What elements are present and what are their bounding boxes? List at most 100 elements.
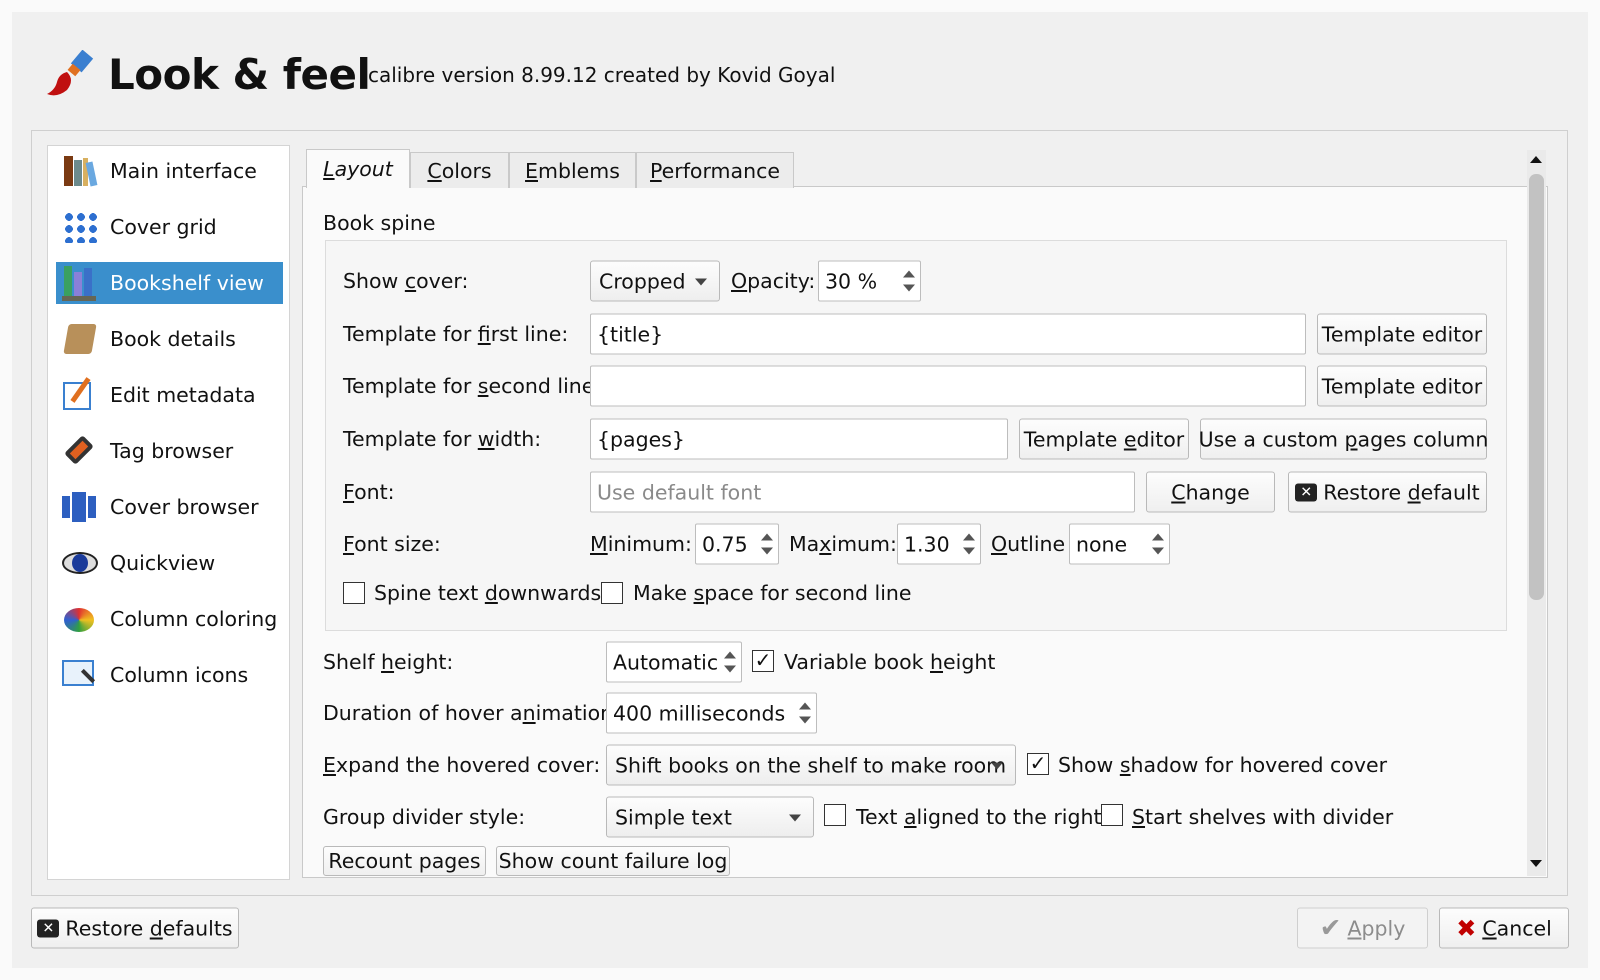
font-size-label: Font size: bbox=[343, 532, 441, 556]
tab-label: Emblems bbox=[525, 158, 620, 183]
width-template-editor-button[interactable]: Template editor bbox=[1019, 418, 1189, 460]
tab-label: Layout bbox=[323, 157, 393, 181]
font-input[interactable]: Use default font bbox=[590, 471, 1135, 513]
sidebar-item-label: Quickview bbox=[110, 551, 216, 575]
category-list[interactable]: Main interface Cover grid Bookshelf view Bo… bbox=[47, 145, 290, 880]
spin-value: 400 milliseconds bbox=[613, 701, 786, 725]
sidebar-item-cover-browser[interactable]: Cover browser bbox=[56, 486, 283, 528]
sidebar-item-column-icons[interactable]: Column icons bbox=[56, 654, 283, 696]
sidebar-item-label: Edit metadata bbox=[110, 383, 256, 407]
font-label: Font: bbox=[343, 480, 395, 504]
spin-value: none bbox=[1076, 532, 1128, 556]
tab-layout[interactable]: Layout bbox=[306, 149, 410, 188]
show-shadow-checkbox[interactable]: ✓ bbox=[1027, 753, 1049, 775]
sidebar-item-label: Book details bbox=[110, 327, 236, 351]
sidebar-item-bookshelf-view[interactable]: Bookshelf view bbox=[56, 262, 283, 304]
close-icon: ✖ bbox=[1456, 914, 1477, 942]
spin-arrows-icon[interactable] bbox=[1147, 525, 1169, 564]
tab-performance[interactable]: Performance bbox=[636, 152, 794, 188]
scroll-down-icon[interactable] bbox=[1530, 860, 1542, 867]
opacity-spinbox[interactable]: 30 % bbox=[818, 260, 921, 302]
spin-value: 1.30 bbox=[904, 532, 950, 556]
tab-colors[interactable]: Colors bbox=[410, 152, 509, 188]
button-label: Recount pages bbox=[328, 849, 481, 873]
sidebar-item-label: Cover grid bbox=[110, 215, 217, 239]
outline-label: Outline bbox=[991, 532, 1066, 556]
spine-text-downwards-checkbox[interactable] bbox=[343, 582, 365, 604]
grid-icon bbox=[60, 208, 100, 246]
scroll-up-icon[interactable] bbox=[1530, 156, 1542, 163]
second-line-template-input[interactable] bbox=[590, 365, 1306, 407]
maximum-spinbox[interactable]: 1.30 bbox=[897, 523, 981, 565]
restore-default-font-button[interactable]: ✕ Restore default bbox=[1288, 471, 1487, 513]
sidebar-item-column-coloring[interactable]: Column coloring bbox=[56, 598, 283, 640]
palette-icon bbox=[60, 600, 100, 638]
first-line-label: Template for first line: bbox=[343, 322, 569, 346]
chevron-down-icon bbox=[789, 814, 801, 821]
tab-emblems[interactable]: Emblems bbox=[509, 152, 636, 188]
sidebar-item-edit-metadata[interactable]: Edit metadata bbox=[56, 374, 283, 416]
sidebar-item-quickview[interactable]: Quickview bbox=[56, 542, 283, 584]
button-label: Template editor bbox=[1321, 374, 1483, 398]
variable-height-checkbox[interactable]: ✓ bbox=[752, 650, 774, 672]
dropdown-value: Simple text bbox=[615, 805, 732, 829]
cover-browser-icon bbox=[60, 488, 100, 526]
recount-pages-button[interactable]: Recount pages bbox=[323, 846, 486, 876]
custom-pages-column-button[interactable]: Use a custom pages column bbox=[1199, 418, 1488, 460]
chevron-down-icon bbox=[991, 762, 1003, 769]
spin-arrows-icon[interactable] bbox=[794, 694, 816, 733]
variable-height-label: Variable book height bbox=[784, 650, 996, 674]
sidebar-item-book-details[interactable]: Book details bbox=[56, 318, 283, 360]
count-failure-log-button[interactable]: Show count failure log bbox=[496, 846, 730, 876]
button-label: Apply bbox=[1347, 916, 1406, 940]
cancel-button[interactable]: ✖ Cancel bbox=[1439, 907, 1569, 949]
expand-cover-dropdown[interactable]: Shift books on the shelf to make room bbox=[606, 744, 1016, 786]
second-line-space-checkbox[interactable] bbox=[601, 582, 623, 604]
show-cover-dropdown[interactable]: Cropped bbox=[590, 260, 720, 302]
bookshelf-icon bbox=[60, 264, 100, 302]
sidebar-item-cover-grid[interactable]: Cover grid bbox=[56, 206, 283, 248]
spin-arrows-icon[interactable] bbox=[756, 525, 778, 564]
spin-value: 30 % bbox=[825, 269, 878, 293]
spin-arrows-icon[interactable] bbox=[719, 643, 741, 682]
sidebar-item-label: Tag browser bbox=[110, 439, 234, 463]
restore-icon: ✕ bbox=[37, 919, 60, 937]
book-icon bbox=[60, 320, 100, 358]
eye-icon bbox=[60, 544, 100, 582]
spin-arrows-icon[interactable] bbox=[898, 262, 920, 301]
opacity-label: Opacity: bbox=[731, 269, 816, 293]
chevron-down-icon bbox=[695, 278, 707, 285]
start-divider-label: Start shelves with divider bbox=[1132, 805, 1394, 829]
button-label: Template editor bbox=[1023, 427, 1185, 451]
hover-duration-spinbox[interactable]: 400 milliseconds bbox=[606, 692, 817, 734]
first-line-template-input[interactable]: {title} bbox=[590, 313, 1306, 355]
aligned-right-checkbox[interactable] bbox=[824, 804, 846, 826]
outline-spinbox[interactable]: none bbox=[1069, 523, 1170, 565]
check-icon: ✔ bbox=[1319, 913, 1342, 943]
second-line-space-label: Make space for second line bbox=[633, 581, 912, 605]
button-label: Cancel bbox=[1482, 916, 1552, 940]
second-line-template-editor-button[interactable]: Template editor bbox=[1317, 365, 1487, 407]
sidebar-item-label: Column coloring bbox=[110, 607, 278, 631]
books-icon bbox=[60, 152, 100, 190]
apply-button[interactable]: ✔ Apply bbox=[1297, 907, 1428, 949]
first-line-template-editor-button[interactable]: Template editor bbox=[1317, 313, 1487, 355]
start-divider-checkbox[interactable] bbox=[1101, 804, 1123, 826]
second-line-label: Template for second line: bbox=[343, 374, 602, 398]
tab-label: Performance bbox=[650, 158, 780, 183]
shelf-height-spinbox[interactable]: Automatic bbox=[606, 641, 742, 683]
sidebar-item-main-interface[interactable]: Main interface bbox=[56, 150, 283, 192]
scrollbar-thumb[interactable] bbox=[1529, 174, 1544, 600]
group-divider-dropdown[interactable]: Simple text bbox=[606, 796, 814, 838]
spin-arrows-icon[interactable] bbox=[958, 525, 980, 564]
minimum-spinbox[interactable]: 0.75 bbox=[695, 523, 779, 565]
sidebar-item-tag-browser[interactable]: Tag browser bbox=[56, 430, 283, 472]
width-template-input[interactable]: {pages} bbox=[590, 418, 1008, 460]
expand-cover-label: Expand the hovered cover: bbox=[323, 753, 601, 777]
restore-icon: ✕ bbox=[1295, 483, 1318, 501]
sidebar-item-label: Cover browser bbox=[110, 495, 259, 519]
restore-defaults-button[interactable]: ✕ Restore defaults bbox=[31, 907, 239, 949]
aligned-right-label: Text aligned to the right bbox=[856, 805, 1102, 829]
change-font-button[interactable]: Change bbox=[1146, 471, 1275, 513]
button-label: Template editor bbox=[1321, 322, 1483, 346]
